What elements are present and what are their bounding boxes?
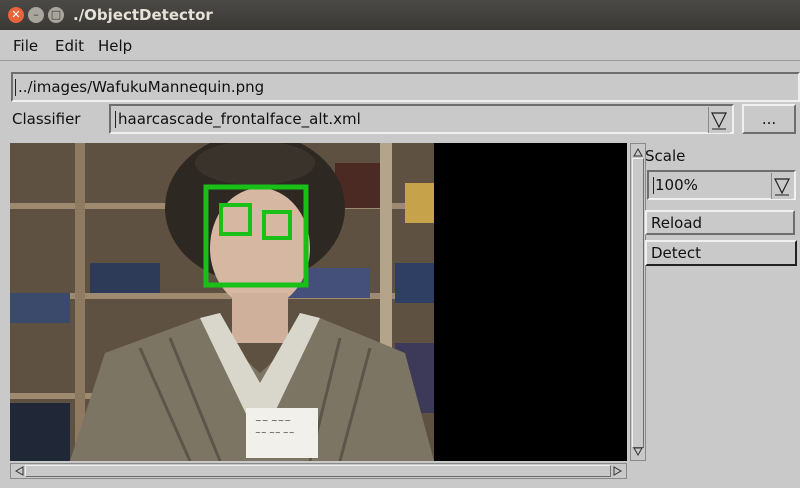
text-caret <box>15 79 16 96</box>
classifier-dropdown[interactable]: haarcascade_frontalface_alt.xml <box>109 104 734 134</box>
close-icon[interactable]: ✕ <box>8 7 24 23</box>
classifier-label: Classifier <box>12 110 81 128</box>
scroll-right-icon[interactable] <box>612 464 624 478</box>
scroll-down-icon[interactable] <box>631 446 645 458</box>
chevron-down-icon[interactable] <box>708 107 730 133</box>
detection-image: ~~ ~~~ ~~ ~~ ~~ <box>10 143 627 461</box>
text-caret <box>653 177 654 194</box>
detect-button[interactable]: Detect <box>645 240 797 266</box>
svg-text:~~ ~~ ~~: ~~ ~~ ~~ <box>255 429 295 437</box>
browse-button[interactable]: ... <box>742 104 796 134</box>
detect-button-label: Detect <box>651 244 702 262</box>
menu-help[interactable]: Help <box>98 37 132 55</box>
scale-label: Scale <box>645 147 686 165</box>
maximize-icon[interactable]: □ <box>48 7 64 23</box>
chevron-down-icon[interactable] <box>771 173 793 199</box>
horizontal-scrollbar[interactable] <box>10 463 627 479</box>
image-path-value: ../images/WafukuMannequin.png <box>18 78 265 96</box>
scale-dropdown[interactable]: 100% <box>647 170 796 200</box>
reload-button-label: Reload <box>651 214 703 232</box>
vertical-scrollbar[interactable] <box>630 143 646 461</box>
menu-edit[interactable]: Edit <box>55 37 84 55</box>
scale-value: 100% <box>655 176 698 194</box>
image-path-field[interactable]: ../images/WafukuMannequin.png <box>11 72 800 102</box>
menu-file[interactable]: File <box>13 37 38 55</box>
browse-button-label: ... <box>761 110 777 128</box>
classifier-value: haarcascade_frontalface_alt.xml <box>118 110 361 128</box>
reload-button[interactable]: Reload <box>645 210 795 235</box>
vertical-scroll-thumb[interactable] <box>632 158 644 448</box>
scroll-left-icon[interactable] <box>13 464 25 478</box>
menu-bar: File Edit Help <box>0 30 800 61</box>
minimize-icon[interactable]: – <box>28 7 44 23</box>
image-canvas[interactable]: ~~ ~~~ ~~ ~~ ~~ <box>10 143 627 461</box>
horizontal-scroll-thumb[interactable] <box>25 465 611 477</box>
window-title: ./ObjectDetector <box>73 6 213 24</box>
text-caret <box>115 111 116 128</box>
window-titlebar[interactable]: ✕ – □ ./ObjectDetector <box>0 0 800 30</box>
scroll-up-icon[interactable] <box>631 146 645 158</box>
svg-text:~~ ~~~: ~~ ~~~ <box>255 416 291 425</box>
